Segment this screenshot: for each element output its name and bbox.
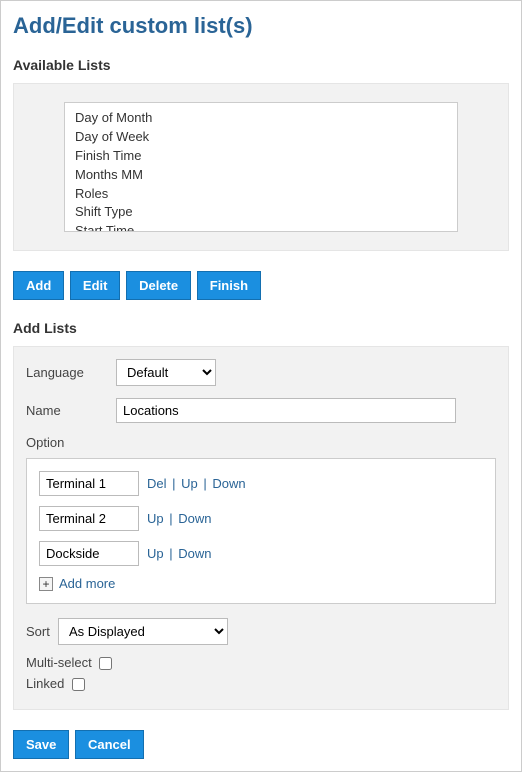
sort-label: Sort: [26, 624, 58, 639]
list-item[interactable]: Day of Week: [75, 128, 457, 147]
option-down-link[interactable]: Down: [178, 511, 211, 526]
list-item[interactable]: Start Time: [75, 222, 457, 232]
option-actions: Up | Down: [147, 546, 211, 561]
option-up-link[interactable]: Up: [147, 511, 164, 526]
add-lists-heading: Add Lists: [13, 320, 509, 336]
option-up-link[interactable]: Up: [181, 476, 198, 491]
multi-select-label: Multi-select: [26, 655, 92, 670]
available-lists-heading: Available Lists: [13, 57, 509, 73]
add-more-link[interactable]: Add more: [59, 576, 115, 591]
option-down-link[interactable]: Down: [212, 476, 245, 491]
add-lists-form: Language Default Name Option Del | Up | …: [13, 346, 509, 710]
option-up-link[interactable]: Up: [147, 546, 164, 561]
language-label: Language: [26, 365, 116, 380]
edit-button[interactable]: Edit: [70, 271, 121, 300]
available-lists-scroll[interactable]: Day of MonthDay of WeekFinish TimeMonths…: [64, 102, 458, 232]
option-down-link[interactable]: Down: [178, 546, 211, 561]
option-del-link[interactable]: Del: [147, 476, 167, 491]
sort-select[interactable]: As Displayed: [58, 618, 228, 645]
add-button[interactable]: Add: [13, 271, 64, 300]
finish-button[interactable]: Finish: [197, 271, 261, 300]
list-item[interactable]: Shift Type: [75, 203, 457, 222]
option-actions: Up | Down: [147, 511, 211, 526]
option-label: Option: [26, 435, 496, 450]
name-input[interactable]: [116, 398, 456, 423]
list-item[interactable]: Day of Month: [75, 109, 457, 128]
action-button-row: Add Edit Delete Finish: [13, 271, 509, 300]
page-title: Add/Edit custom list(s): [13, 13, 509, 39]
option-input[interactable]: [39, 541, 139, 566]
save-button[interactable]: Save: [13, 730, 69, 759]
option-input[interactable]: [39, 506, 139, 531]
option-actions: Del | Up | Down: [147, 476, 246, 491]
option-row: Up | Down: [39, 541, 483, 566]
multi-select-checkbox[interactable]: [99, 657, 112, 670]
option-row: Del | Up | Down: [39, 471, 483, 496]
linked-label: Linked: [26, 676, 64, 691]
list-item[interactable]: Finish Time: [75, 147, 457, 166]
option-input[interactable]: [39, 471, 139, 496]
name-label: Name: [26, 403, 116, 418]
available-lists-panel: Day of MonthDay of WeekFinish TimeMonths…: [13, 83, 509, 251]
plus-icon[interactable]: +: [39, 577, 53, 591]
list-item[interactable]: Months MM: [75, 166, 457, 185]
cancel-button[interactable]: Cancel: [75, 730, 144, 759]
option-row: Up | Down: [39, 506, 483, 531]
list-item[interactable]: Roles: [75, 185, 457, 204]
linked-checkbox[interactable]: [72, 678, 85, 691]
delete-button[interactable]: Delete: [126, 271, 191, 300]
footer-button-row: Save Cancel: [13, 730, 509, 759]
option-box: Del | Up | Down Up | Down Up | Down + Add …: [26, 458, 496, 604]
language-select[interactable]: Default: [116, 359, 216, 386]
